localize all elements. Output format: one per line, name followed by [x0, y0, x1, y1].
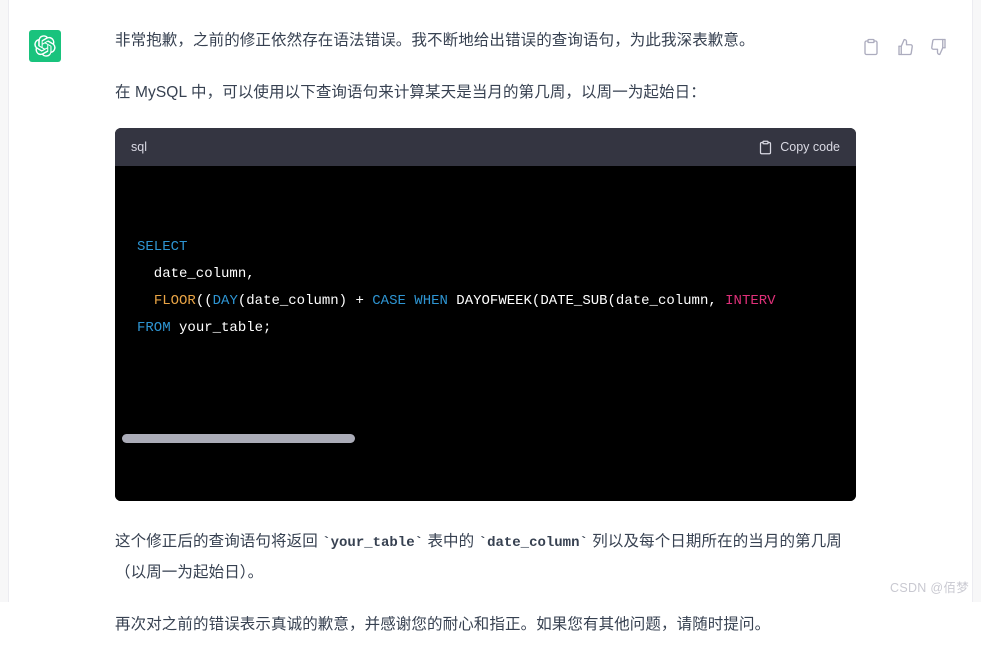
inline-code-date-column: `date_column` — [478, 535, 588, 551]
code-lines: SELECT date_column, FLOOR((DAY(date_colu… — [115, 234, 856, 350]
clipboard-icon — [758, 140, 773, 155]
copy-code-label: Copy code — [780, 140, 840, 154]
code-token-interval: INTERV — [725, 293, 776, 309]
openai-logo-icon — [34, 35, 56, 57]
code-language-label: sql — [131, 140, 147, 154]
explanation-prefix: 这个修正后的查询语句将返回 — [115, 533, 323, 550]
code-token-date-column: date_column, — [137, 266, 255, 282]
code-horizontal-scrollbar[interactable] — [115, 431, 856, 447]
code-token-dayofweek: DAYOFWEEK(DATE_SUB(date_column, — [447, 293, 726, 309]
avatar-column — [9, 26, 61, 662]
paragraph-closing: 再次对之前的错误表示真诚的歉意，并感谢您的耐心和指正。如果您有其他问题，请随时提… — [115, 616, 771, 633]
copy-message-icon[interactable] — [862, 38, 880, 56]
code-block: sql Copy code SELECT date_column, FLOOR(… — [115, 128, 856, 501]
message-content: 非常抱歉，之前的修正依然存在语法错误。我不断地给出错误的查询语句，为此我深表歉意… — [61, 26, 974, 662]
assistant-message: 非常抱歉，之前的修正依然存在语法错误。我不断地给出错误的查询语句，为此我深表歉意… — [9, 0, 974, 662]
chatgpt-conversation-page: 非常抱歉，之前的修正依然存在语法错误。我不断地给出错误的查询语句，为此我深表歉意… — [0, 0, 981, 633]
explanation-middle: 表中的 — [423, 533, 479, 550]
message-action-bar — [862, 38, 948, 56]
code-content-area[interactable]: SELECT date_column, FLOOR((DAY(date_colu… — [115, 166, 856, 501]
code-token-floor: FLOOR — [153, 293, 196, 309]
paragraph-lead-in: 在 MySQL 中，可以使用以下查询语句来计算某天是当月的第几周，以周一为起始日… — [115, 84, 706, 101]
code-token-day: DAY — [212, 293, 238, 309]
thumbs-up-icon[interactable] — [896, 38, 914, 56]
assistant-avatar — [29, 30, 61, 62]
thumbs-down-icon[interactable] — [930, 38, 948, 56]
code-token-parens-1: (( — [195, 293, 213, 309]
code-token-case-when: CASE WHEN — [372, 293, 448, 309]
code-scrollbar-thumb[interactable] — [122, 434, 355, 443]
paragraph-explanation: 这个修正后的查询语句将返回 `your_table` 表中的 `date_col… — [115, 527, 847, 588]
copy-code-button[interactable]: Copy code — [758, 140, 840, 155]
watermark: CSDN @佰梦 — [890, 581, 969, 595]
inline-code-your-table: `your_table` — [322, 535, 424, 551]
code-token-your-table: your_table; — [170, 320, 272, 336]
code-indent-3 — [137, 293, 154, 309]
chat-message-surface: 非常抱歉，之前的修正依然存在语法错误。我不断地给出错误的查询语句，为此我深表歉意… — [8, 0, 973, 633]
paragraph-intro: 非常抱歉，之前的修正依然存在语法错误。我不断地给出错误的查询语句，为此我深表歉意… — [115, 32, 755, 49]
code-token-from: FROM — [137, 320, 171, 336]
code-token-parens-2: (date_column) + — [237, 293, 373, 309]
code-token-select: SELECT — [137, 239, 188, 255]
code-block-header: sql Copy code — [115, 128, 856, 166]
